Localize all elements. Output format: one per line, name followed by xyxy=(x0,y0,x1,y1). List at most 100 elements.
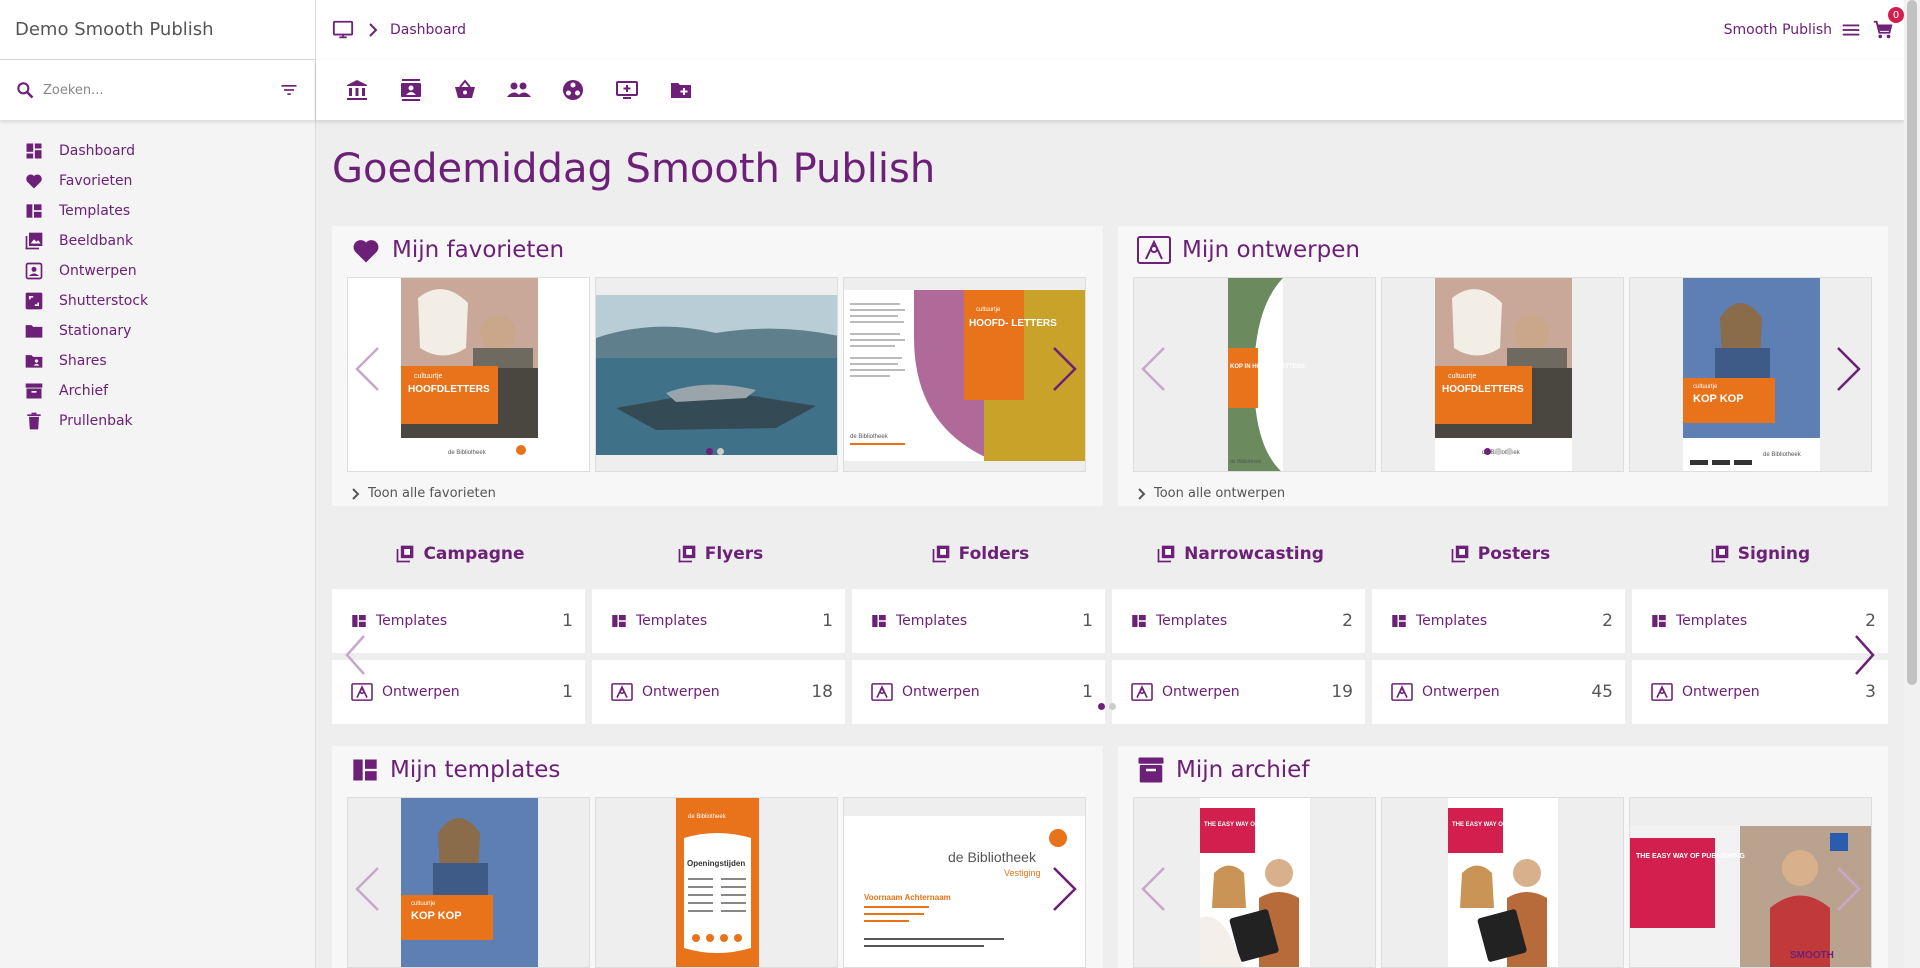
carousel-prev-arrow[interactable] xyxy=(354,866,380,912)
sidebar-item-label: Templates xyxy=(59,203,131,219)
heart-icon xyxy=(24,171,44,191)
favorite-card[interactable]: cultuurtje HOOFDLETTERS de Bibliotheek xyxy=(347,277,590,472)
favorite-card[interactable] xyxy=(595,277,838,472)
carousel-next-arrow[interactable] xyxy=(1052,866,1078,912)
categories-next-arrow[interactable] xyxy=(1854,634,1876,676)
carousel-dots[interactable] xyxy=(706,448,728,455)
carousel-dot[interactable] xyxy=(1484,448,1491,455)
add-screen-icon[interactable] xyxy=(600,70,654,110)
category-campagne[interactable]: Campagne xyxy=(332,539,588,569)
carousel-prev-arrow[interactable] xyxy=(1140,866,1166,912)
collections-icon xyxy=(1710,544,1730,564)
sidebar-item-archief[interactable]: Archief xyxy=(0,376,315,406)
stat-designs-flyers[interactable]: Ontwerpen 18 xyxy=(592,660,845,724)
design-card[interactable]: KOP IN HOOFD- LETTERS de Bibliotheek xyxy=(1133,277,1376,472)
sidebar-item-stationary[interactable]: Stationary xyxy=(0,316,315,346)
stat-designs-campagne[interactable]: Ontwerpen 1 xyxy=(332,660,585,724)
contact-card-icon[interactable] xyxy=(384,70,438,110)
stat-designs-signing[interactable]: Ontwerpen 3 xyxy=(1632,660,1888,724)
show-all-favorites-link[interactable]: Toon alle favorieten xyxy=(352,486,496,501)
shutterstock-icon xyxy=(24,291,44,311)
stat-label: Ontwerpen xyxy=(1422,684,1500,700)
carousel-dot[interactable] xyxy=(717,448,724,455)
category-narrowcasting[interactable]: Narrowcasting xyxy=(1112,539,1368,569)
show-all-designs-link[interactable]: Toon alle ontwerpen xyxy=(1138,486,1285,501)
carousel-prev-arrow[interactable] xyxy=(1140,346,1166,392)
sidebar-item-shares[interactable]: Shares xyxy=(0,346,315,376)
scrollbar-thumb[interactable] xyxy=(1907,0,1917,685)
template-card[interactable]: cultuurtje KOP KOP xyxy=(347,797,590,968)
category-flyers[interactable]: Flyers xyxy=(592,539,848,569)
template-card[interactable]: de Bibliotheek Vestiging Voornaam Achter… xyxy=(843,797,1086,968)
card-brand: de Bibliotheek xyxy=(948,849,1037,865)
favorite-card[interactable]: cultuurtje HOOFD- LETTERS de Bibliotheek xyxy=(843,277,1086,472)
category-posters[interactable]: Posters xyxy=(1372,539,1628,569)
categories-prev-arrow[interactable] xyxy=(344,634,366,676)
template-card[interactable]: de Bibliotheek Openingstijden xyxy=(595,797,838,968)
sidebar-item-prullenbak[interactable]: Prullenbak xyxy=(0,406,315,436)
archive-card[interactable]: THE EASY WAY OF PUBLISHING xyxy=(1381,797,1624,968)
category-folders[interactable]: Folders xyxy=(852,539,1108,569)
sidebar-item-label: Shutterstock xyxy=(59,293,149,309)
hub-icon[interactable] xyxy=(546,70,600,110)
sidebar-item-ontwerpen[interactable]: Ontwerpen xyxy=(0,256,315,286)
templates-header: Mijn templates xyxy=(350,752,560,788)
bank-icon[interactable] xyxy=(330,70,384,110)
basket-icon[interactable] xyxy=(438,70,492,110)
search-input[interactable]: Zoeken... xyxy=(43,83,279,98)
templates-icon xyxy=(610,612,628,630)
stat-designs-posters[interactable]: Ontwerpen 45 xyxy=(1372,660,1625,724)
carousel-dot[interactable] xyxy=(1495,448,1502,455)
menu-icon[interactable] xyxy=(1840,19,1862,41)
category-name: Posters xyxy=(1477,544,1551,564)
template-brand: de Bibliotheek xyxy=(688,814,727,820)
app-title[interactable]: Demo Smooth Publish xyxy=(0,0,315,60)
sidebar-item-beeldbank[interactable]: Beeldbank xyxy=(0,226,315,256)
carousel-next-arrow[interactable] xyxy=(1836,346,1862,392)
scrollbar[interactable] xyxy=(1904,0,1920,968)
templates-icon xyxy=(1390,612,1408,630)
new-folder-icon[interactable] xyxy=(654,70,708,110)
carousel-next-arrow[interactable] xyxy=(1836,866,1862,912)
user-name[interactable]: Smooth Publish xyxy=(1724,22,1832,38)
flyer-brand: SMOOTH xyxy=(1790,950,1834,961)
card-person-name: Voornaam Achternaam xyxy=(864,893,951,902)
sidebar-item-shutterstock[interactable]: Shutterstock xyxy=(0,286,315,316)
stat-count: 1 xyxy=(822,611,833,631)
poster-kicker: cultuurtje xyxy=(1448,373,1477,380)
designs-title: Mijn ontwerpen xyxy=(1182,237,1360,263)
filter-icon[interactable] xyxy=(279,80,299,100)
templates-icon xyxy=(24,201,44,221)
sidebar-item-templates[interactable]: Templates xyxy=(0,196,315,226)
sidebar-item-favorieten[interactable]: Favorieten xyxy=(0,166,315,196)
stat-templates-campagne[interactable]: Templates 1 xyxy=(332,589,585,653)
carousel-dot[interactable] xyxy=(706,448,713,455)
category-signing[interactable]: Signing xyxy=(1632,539,1888,569)
stat-designs-folders[interactable]: Ontwerpen 1 xyxy=(852,660,1105,724)
stat-templates-folders[interactable]: Templates 1 xyxy=(852,589,1105,653)
carousel-next-arrow[interactable] xyxy=(1052,346,1078,392)
carousel-dot[interactable] xyxy=(1098,703,1105,710)
people-icon[interactable] xyxy=(492,70,546,110)
carousel-dot[interactable] xyxy=(1109,703,1116,710)
stat-templates-flyers[interactable]: Templates 1 xyxy=(592,589,845,653)
sidebar-item-dashboard[interactable]: Dashboard xyxy=(0,136,315,166)
carousel-dot[interactable] xyxy=(1506,448,1513,455)
carousel-dots[interactable] xyxy=(1484,448,1517,455)
banner-brand: de Bibliotheek xyxy=(1230,459,1262,465)
stat-templates-narrowcasting[interactable]: Templates 2 xyxy=(1112,589,1365,653)
carousel-prev-arrow[interactable] xyxy=(354,346,380,392)
stat-designs-narrowcasting[interactable]: Ontwerpen 19 xyxy=(1112,660,1365,724)
monitor-icon[interactable] xyxy=(332,19,354,41)
stat-count: 3 xyxy=(1865,682,1876,702)
stat-count: 2 xyxy=(1865,611,1876,631)
breadcrumb[interactable]: Dashboard xyxy=(390,22,466,38)
cart-button[interactable]: 0 xyxy=(1872,7,1904,41)
design-icon xyxy=(1130,682,1154,702)
stat-templates-signing[interactable]: Templates 2 xyxy=(1632,589,1888,653)
categories-carousel-dots[interactable] xyxy=(1098,703,1120,710)
design-card[interactable]: cultuurtje HOOFDLETTERS de Bibliotheek xyxy=(1381,277,1624,472)
archive-card[interactable]: THE EASY WAY OF PUBLISHING xyxy=(1133,797,1376,968)
show-all-designs-label: Toon alle ontwerpen xyxy=(1154,486,1286,501)
stat-templates-posters[interactable]: Templates 2 xyxy=(1372,589,1625,653)
